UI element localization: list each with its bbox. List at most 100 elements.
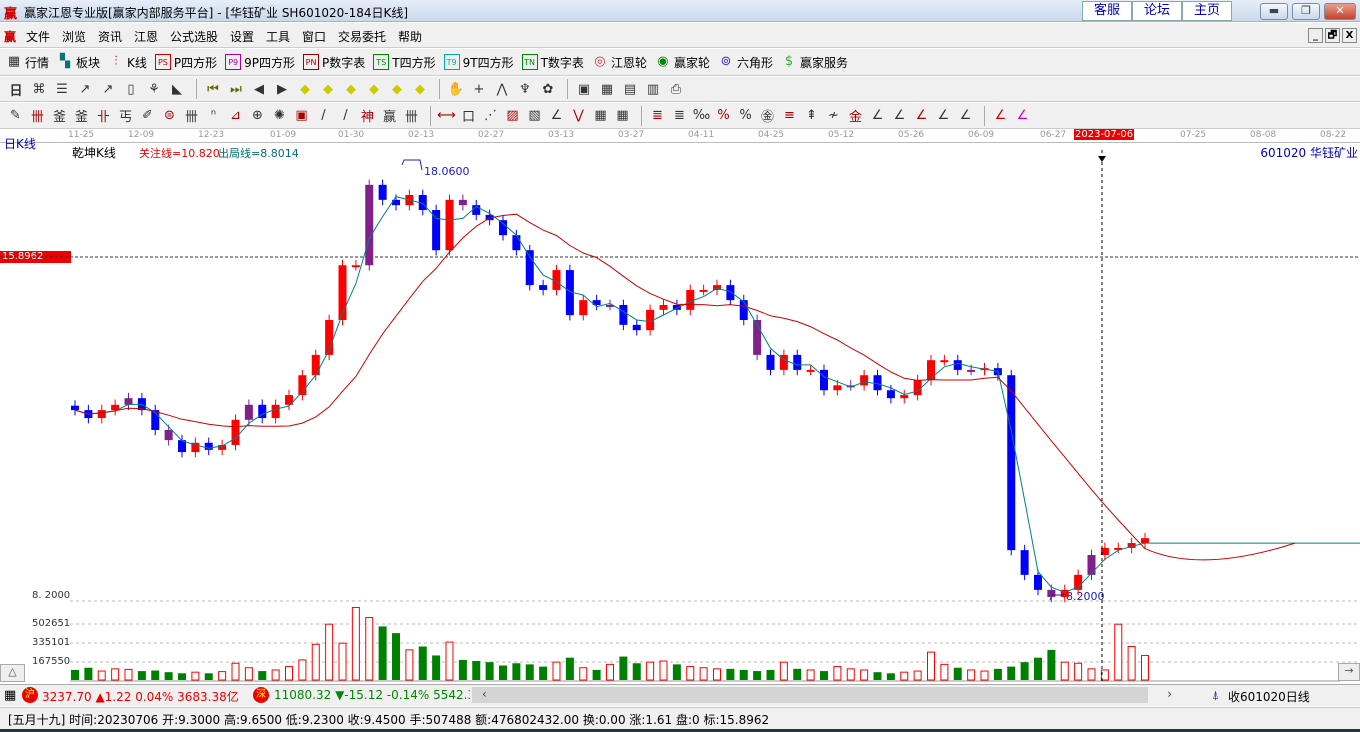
menu-file[interactable]: 文件 xyxy=(26,28,50,45)
chart3-icon[interactable]: ↗ xyxy=(75,82,95,97)
wave-icon[interactable]: ⇞ xyxy=(802,108,821,123)
restore-button[interactable]: ❐ xyxy=(1292,3,1320,20)
percent1-icon[interactable]: ≣ xyxy=(670,108,689,123)
shen-angle-icon[interactable]: ∠ xyxy=(912,108,931,123)
calculator-icon[interactable]: ▦ xyxy=(597,82,617,97)
kline-mode-icon[interactable]: ⌘ xyxy=(29,82,49,97)
parallel-icon[interactable]: 卌 xyxy=(182,106,201,125)
flag-icon[interactable]: ◣ xyxy=(167,82,187,97)
shrink-icon[interactable]: ◆ xyxy=(364,82,384,97)
left-diamond-icon[interactable]: ◆ xyxy=(295,82,315,97)
crosshair-icon[interactable]: + xyxy=(469,82,489,97)
toolbar-ps-button[interactable]: PS P四方形 xyxy=(154,54,217,71)
hand-icon[interactable]: ✋ xyxy=(446,82,466,97)
scroll-right-icon[interactable]: › xyxy=(1167,687,1172,701)
toolbar-blocks-button[interactable]: ▚ 板块 xyxy=(57,54,100,71)
right-diamond-icon[interactable]: ◆ xyxy=(318,82,338,97)
percent-icon[interactable]: ‰ xyxy=(692,108,711,123)
close-button[interactable]: ✕ xyxy=(1324,3,1356,20)
percent2-icon[interactable]: % xyxy=(714,108,733,123)
square-icon[interactable]: ▣ xyxy=(292,108,311,123)
gold-lines-icon[interactable]: ㊎ xyxy=(758,106,777,125)
chart9-icon[interactable]: ↗ xyxy=(98,82,118,97)
left-icon[interactable]: ◀ xyxy=(249,82,269,97)
infinity-icon[interactable]: ∠ xyxy=(1013,108,1032,123)
gold-coin-icon[interactable]: % xyxy=(736,108,755,123)
zoom-in-icon[interactable]: ◆ xyxy=(387,82,407,97)
fan-icon[interactable]: 口 xyxy=(459,106,478,125)
quote-grid-icon[interactable]: ▦ xyxy=(4,688,16,703)
tool-icon[interactable]: ♆ xyxy=(515,82,535,97)
zigzag-icon[interactable]: ∠ xyxy=(547,108,566,123)
pattern-icon[interactable]: ✿ xyxy=(538,82,558,97)
toolbar-kline-button[interactable]: ⫶ K线 xyxy=(108,54,147,71)
toolbar-p9-button[interactable]: P9 9P四方形 xyxy=(225,54,295,71)
toolbar-t9-button[interactable]: T9 9T四方形 xyxy=(443,54,514,71)
angle-icon[interactable]: ⊿ xyxy=(226,108,245,123)
customer-service-link[interactable]: 客服 xyxy=(1082,1,1132,21)
homepage-link[interactable]: 主页 xyxy=(1182,1,1232,21)
print-icon[interactable]: ⎙ xyxy=(666,82,686,97)
gold3-icon[interactable]: ≁ xyxy=(824,108,843,123)
toolbar-grid-button[interactable]: ▦ 行情 xyxy=(6,54,49,71)
scroll-left-icon[interactable]: ‹ xyxy=(482,687,487,701)
ying-angle-icon[interactable]: ∠ xyxy=(934,108,953,123)
menu-formula[interactable]: 公式选股 xyxy=(170,28,218,45)
lines-icon[interactable]: 卌 xyxy=(28,106,47,125)
zoom-all-icon[interactable]: ◆ xyxy=(410,82,430,97)
toolbar-winner-wheel-button[interactable]: ◉ 赢家轮 xyxy=(655,54,710,71)
angle2-icon[interactable]: ▧ xyxy=(525,108,544,123)
menu-settings[interactable]: 设置 xyxy=(230,28,254,45)
save-icon[interactable]: ▥ xyxy=(643,82,663,97)
toolbar-ts-button[interactable]: TS T四方形 xyxy=(373,54,436,71)
table-icon[interactable]: ≣ xyxy=(648,108,667,123)
special-icon[interactable]: ⚘ xyxy=(144,82,164,97)
f-angle-icon[interactable]: ∠ xyxy=(868,108,887,123)
menu-gann[interactable]: 江恩 xyxy=(134,28,158,45)
arc-icon[interactable]: ⋰ xyxy=(481,108,500,123)
spiral-icon[interactable]: 丐 xyxy=(116,106,135,125)
target-icon[interactable]: ⊕ xyxy=(248,108,267,123)
expand-panel-button[interactable]: △ xyxy=(0,664,25,682)
last-icon[interactable]: ⏭ xyxy=(226,82,246,97)
menu-tools[interactable]: 工具 xyxy=(266,28,290,45)
mdi-minimize-button[interactable]: _ xyxy=(1308,28,1323,43)
scroll-right-end-button[interactable]: → xyxy=(1338,663,1360,681)
forum-link[interactable]: 论坛 xyxy=(1132,1,1182,21)
minimize-button[interactable]: ▬ xyxy=(1260,3,1288,20)
expand-icon[interactable]: ◆ xyxy=(341,82,361,97)
horizontal-scrollbar[interactable]: ‹ › xyxy=(472,687,1172,703)
ying-icon[interactable]: 神 xyxy=(358,106,377,125)
toolbar-tn-button[interactable]: TN T数字表 xyxy=(521,54,584,71)
box-icon[interactable]: ⟷ xyxy=(437,108,456,123)
vlines-icon[interactable]: / xyxy=(314,108,333,123)
yinyang-icon[interactable]: ∠ xyxy=(991,108,1010,123)
shen-icon[interactable]: / xyxy=(336,108,355,123)
pencil-icon[interactable]: ✎ xyxy=(6,108,25,123)
gold-angle-icon[interactable]: ∠ xyxy=(890,108,909,123)
menu-window[interactable]: 窗口 xyxy=(302,28,326,45)
mdi-close-button[interactable]: X xyxy=(1342,28,1357,43)
l-angle-icon[interactable]: 金 xyxy=(846,106,865,125)
toolbar-pn-button[interactable]: PN P数字表 xyxy=(303,54,365,71)
menu-browse[interactable]: 浏览 xyxy=(62,28,86,45)
grid3-icon[interactable]: ▦ xyxy=(591,108,610,123)
web-icon[interactable]: ✺ xyxy=(270,108,289,123)
candle-icon[interactable]: ▯ xyxy=(121,82,141,97)
mdi-restore-button[interactable]: 🗗 xyxy=(1325,28,1340,43)
square-fan-icon[interactable]: ▨ xyxy=(503,108,522,123)
right-icon[interactable]: ▶ xyxy=(272,82,292,97)
gold1-icon[interactable]: 釜 xyxy=(50,106,69,125)
n2-icon[interactable]: ⁿ xyxy=(204,108,223,123)
toolbar-hexagon-button[interactable]: ⊚ 六角形 xyxy=(718,54,773,71)
range-icon[interactable]: 卌 xyxy=(402,106,421,125)
marker-icon[interactable]: ✐ xyxy=(138,108,157,123)
menu-trade[interactable]: 交易委托 xyxy=(338,28,386,45)
notes-icon[interactable]: ☰ xyxy=(52,82,72,97)
toolbar-dollar-button[interactable]: $ 赢家服务 xyxy=(781,54,848,71)
four-angle-icon[interactable]: ∠ xyxy=(956,108,975,123)
circle-icon[interactable]: ⊜ xyxy=(160,108,179,123)
grid2-icon[interactable]: ⋁ xyxy=(569,108,588,123)
menu-info[interactable]: 资讯 xyxy=(98,28,122,45)
menu-help[interactable]: 帮助 xyxy=(398,28,422,45)
